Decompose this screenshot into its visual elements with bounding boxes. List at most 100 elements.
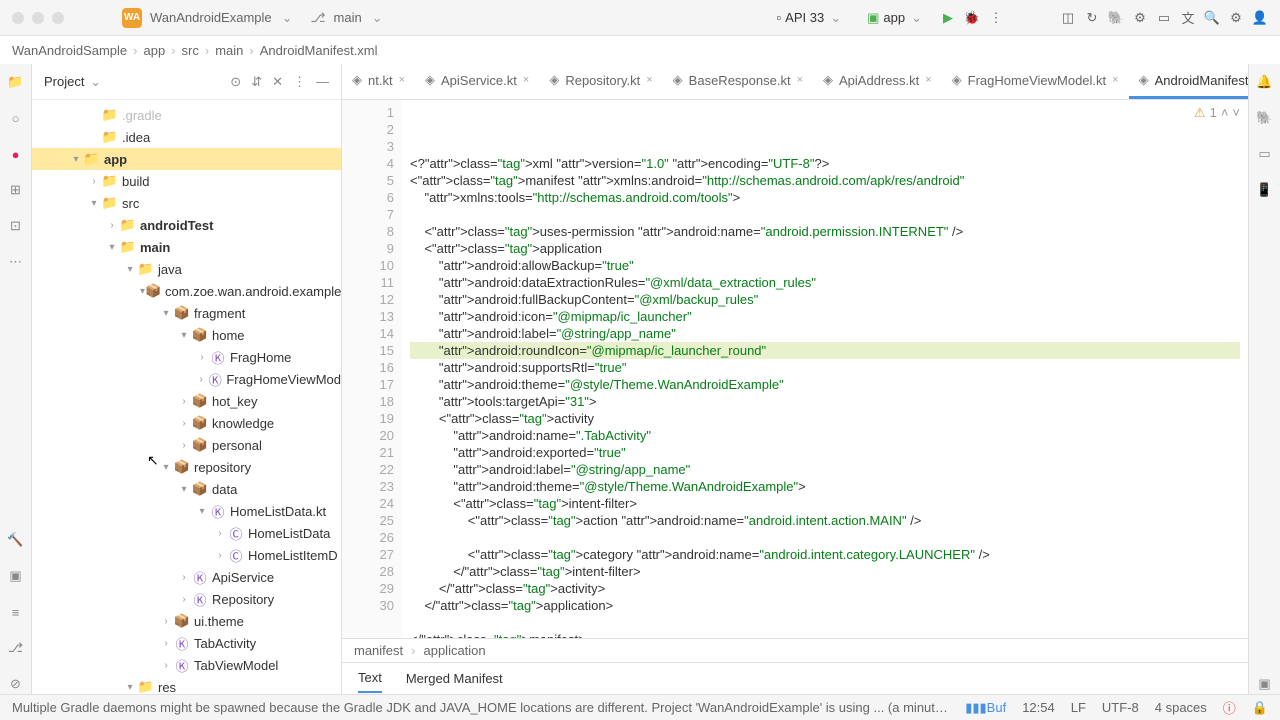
tree-item[interactable]: ▾📦data <box>32 478 341 500</box>
more-icon[interactable]: ⋮ <box>988 10 1004 26</box>
tree-item[interactable]: ›📁androidTest <box>32 214 341 236</box>
tree-item[interactable]: ›ⓀFragHome <box>32 346 341 368</box>
plugin-icon[interactable]: ⓘ <box>1223 698 1236 717</box>
editor-tab[interactable]: ◈BaseResponse.kt× <box>663 64 813 99</box>
breadcrumb-item[interactable]: AndroidManifest.xml <box>260 43 378 58</box>
tree-item[interactable]: ›ⓀFragHomeViewMod <box>32 368 341 390</box>
tree-item[interactable]: ▾📁app <box>32 148 341 170</box>
run-config-selector[interactable]: ▣ app ⌄ <box>859 6 932 30</box>
search-icon[interactable]: 🔍 <box>1204 10 1220 26</box>
editor-tab[interactable]: ◈Repository.kt× <box>539 64 662 99</box>
buf-indicator[interactable]: ▮▮▮Buf <box>965 700 1006 716</box>
notifications-icon[interactable]: 🔔 <box>1255 72 1275 92</box>
tree-item[interactable]: ›📦ui.theme <box>32 610 341 632</box>
tree-item[interactable]: ▾📦home <box>32 324 341 346</box>
tree-item[interactable]: ›📦personal <box>32 434 341 456</box>
tree-item[interactable]: ›📦knowledge <box>32 412 341 434</box>
next-highlight-icon[interactable]: ˅ <box>1232 104 1240 121</box>
close-icon[interactable]: × <box>399 74 405 86</box>
cursor-position[interactable]: 12:54 <box>1022 700 1055 715</box>
indent-info[interactable]: 4 spaces <box>1155 700 1207 715</box>
tree-item[interactable]: ›ⒸHomeListItemD <box>32 544 341 566</box>
tree-item[interactable]: ›ⓀTabViewModel <box>32 654 341 676</box>
collapse-icon[interactable]: ✕ <box>272 74 283 90</box>
tree-item[interactable]: ▾📦fragment <box>32 302 341 324</box>
chevron-down-icon[interactable]: ⌄ <box>282 10 293 26</box>
breadcrumb-item[interactable]: app <box>143 43 165 58</box>
logcat-icon[interactable]: ≡ <box>6 602 26 622</box>
gradle-icon[interactable]: 🐘 <box>1255 108 1275 128</box>
tree-item[interactable]: ▾📦repository <box>32 456 341 478</box>
vcs-icon[interactable]: ⎇ <box>6 638 26 658</box>
tree-item[interactable]: ›ⓀRepository <box>32 588 341 610</box>
crumb-item[interactable]: application <box>423 643 485 658</box>
run-button[interactable]: ▶ <box>940 10 956 26</box>
project-name[interactable]: WanAndroidExample <box>150 10 272 25</box>
close-icon[interactable]: × <box>925 74 931 86</box>
tree-item[interactable]: 📁.gradle <box>32 104 341 126</box>
editor-tab[interactable]: ◈FragHomeViewModel.kt× <box>942 64 1129 99</box>
editor-tab[interactable]: ◈AndroidManifest.xml× <box>1129 64 1248 99</box>
editor-tab[interactable]: ◈nt.kt× <box>342 64 415 99</box>
file-encoding[interactable]: UTF-8 <box>1102 700 1139 715</box>
avd-icon[interactable]: ▭ <box>1156 10 1172 26</box>
code-with-me-icon[interactable]: ◫ <box>1060 10 1076 26</box>
tree-item[interactable]: ›ⒸHomeListData <box>32 522 341 544</box>
tree-item[interactable]: ▾📁res <box>32 676 341 694</box>
sdk-icon[interactable]: 文 <box>1180 10 1196 26</box>
tree-item[interactable]: 📁.idea <box>32 126 341 148</box>
file-tree[interactable]: 📁.gradle📁.idea▾📁app›📁build▾📁src›📁android… <box>32 100 341 694</box>
close-icon[interactable]: × <box>523 74 529 86</box>
panel-menu-icon[interactable]: ⋮ <box>293 74 306 90</box>
line-separator[interactable]: LF <box>1071 700 1086 715</box>
tree-item[interactable]: ▾📁java <box>32 258 341 280</box>
code-editor[interactable]: ⚠ 1 ˄ ˅ <?"attr">class="tag">xml "attr">… <box>402 100 1248 638</box>
tree-item[interactable]: ▾📦com.zoe.wan.android.example <box>32 280 341 302</box>
breadcrumb-item[interactable]: main <box>215 43 243 58</box>
close-icon[interactable]: × <box>646 74 652 86</box>
branch-name[interactable]: main <box>334 10 362 25</box>
resource-manager-icon[interactable]: ● <box>6 144 26 164</box>
editor-tab[interactable]: ◈ApiService.kt× <box>415 64 539 99</box>
inspection-badge[interactable]: ⚠ 1 ˄ ˅ <box>1194 104 1240 121</box>
editor-breadcrumb[interactable]: manifest›application <box>342 638 1248 662</box>
structure-tool-icon[interactable]: ⊞ <box>6 180 26 200</box>
close-icon[interactable]: × <box>1112 74 1118 86</box>
sub-tab[interactable]: Text <box>358 664 382 693</box>
bookmarks-icon[interactable]: ⊡ <box>6 216 26 236</box>
tree-item[interactable]: ▾ⓀHomeListData.kt <box>32 500 341 522</box>
running-devices-icon[interactable]: 📱 <box>1255 180 1275 200</box>
breadcrumb-item[interactable]: WanAndroidSample <box>12 43 127 58</box>
panel-title[interactable]: Project ⌄ <box>44 74 222 90</box>
problems-icon[interactable]: ⊘ <box>6 674 26 694</box>
window-controls[interactable] <box>12 12 64 24</box>
read-only-icon[interactable]: 🔒 <box>1252 700 1268 716</box>
device-selector[interactable]: ▫ API 33 ⌄ <box>769 6 852 30</box>
build-tool-icon[interactable]: 🔨 <box>6 530 26 550</box>
reload-icon[interactable]: ↻ <box>1084 10 1100 26</box>
tree-item[interactable]: ▾📁main <box>32 236 341 258</box>
sub-tab[interactable]: Merged Manifest <box>406 665 503 692</box>
tree-item[interactable]: ›ⓀApiService <box>32 566 341 588</box>
prev-highlight-icon[interactable]: ˄ <box>1221 104 1229 121</box>
expand-icon[interactable]: ⇵ <box>251 74 262 90</box>
settings-icon[interactable]: ⚙ <box>1228 10 1244 26</box>
gradle-icon[interactable]: 🐘 <box>1108 10 1124 26</box>
tree-item[interactable]: ›📁build <box>32 170 341 192</box>
select-opened-icon[interactable]: ⊙ <box>230 74 241 90</box>
tree-item[interactable]: ▾📁src <box>32 192 341 214</box>
tree-item[interactable]: ›📦hot_key <box>32 390 341 412</box>
profiler-icon[interactable]: ⚙ <box>1132 10 1148 26</box>
crumb-item[interactable]: manifest <box>354 643 403 658</box>
terminal-icon[interactable]: ▣ <box>6 566 26 586</box>
status-message[interactable]: Multiple Gradle daemons might be spawned… <box>12 700 949 715</box>
editor-tab[interactable]: ◈ApiAddress.kt× <box>813 64 942 99</box>
breadcrumb-item[interactable]: src <box>182 43 199 58</box>
emulator-icon[interactable]: ▣ <box>1255 674 1275 694</box>
device-manager-icon[interactable]: ▭ <box>1255 144 1275 164</box>
close-icon[interactable]: × <box>797 74 803 86</box>
account-icon[interactable]: 👤 <box>1252 10 1268 26</box>
commit-tool-icon[interactable]: ○ <box>6 108 26 128</box>
more-tools-icon[interactable]: ⋯ <box>6 252 26 272</box>
project-tool-icon[interactable]: 📁 <box>6 72 26 92</box>
